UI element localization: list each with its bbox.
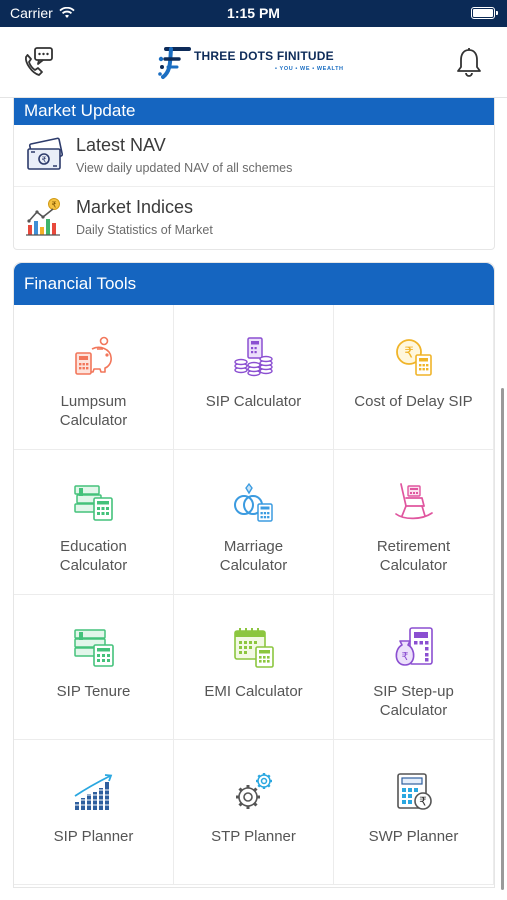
status-bar: Carrier 1:15 PM [0,0,507,27]
tool-education-calculator[interactable]: Education Calculator [14,450,174,595]
brand-name: THREE DOTS FINITUDE [194,49,334,63]
bell-icon[interactable] [451,45,487,81]
calculator-rupee-icon: ₹ [397,773,432,810]
tool-lumpsum-calculator[interactable]: Lumpsum Calculator [14,305,174,450]
books-calculator-icon [74,485,113,521]
tool-sip-step-up-calculator[interactable]: ₹ SIP Step-up Calculator [334,595,494,740]
tool-sip-calculator-label: SIP Calculator [205,393,302,410]
financial-tools-title: Financial Tools [14,263,494,305]
tool-sip-step-up-calculator-label: SIP Step-up Calculator [373,683,454,719]
rupee-coin-calculator-icon: ₹ [396,339,432,376]
latest-nav-title: Latest NAV [76,135,166,155]
svg-text:₹: ₹ [419,795,427,809]
market-indices-title: Market Indices [76,197,194,217]
tool-marriage-calculator-label: Marriage Calculator [219,538,288,574]
brand-tagline: • YOU • WE • WEALTH [275,66,344,72]
app-logo: THREE DOTS FINITUDE • YOU • WE • WEALTH [157,43,357,83]
tool-stp-planner[interactable]: STP Planner [174,740,334,885]
gears-icon [236,773,272,809]
tool-sip-calculator[interactable]: SIP Calculator [174,305,334,450]
cash-icon: ₹ [27,137,64,170]
bar-chart-rupee-icon: ₹ [26,198,60,236]
growth-bars-icon [72,774,116,810]
financial-tools-card: Financial Tools Lumpsum Calculator SIP C… [13,262,495,888]
tool-retirement-calculator-label: Retirement Calculator [376,538,451,574]
scrollbar[interactable] [501,388,504,890]
money-bag-calculator-icon: ₹ [395,627,433,666]
tool-education-calculator-label: Education Calculator [59,538,128,574]
status-time: 1:15 PM [227,5,280,21]
tool-sip-planner[interactable]: SIP Planner [14,740,174,885]
calendar-calculator-icon [234,628,274,668]
coin-stack-calculator-icon [234,337,273,377]
tool-sip-planner-label: SIP Planner [53,828,134,845]
market-update-title: Market Update [14,98,494,125]
svg-text:₹: ₹ [41,156,46,165]
latest-nav-subtitle: View daily updated NAV of all schemes [76,161,293,175]
svg-text:₹: ₹ [404,344,414,362]
tool-emi-calculator[interactable]: EMI Calculator [174,595,334,740]
tool-lumpsum-calculator-label: Lumpsum Calculator [59,393,128,429]
books-calculator-icon [74,629,114,667]
latest-nav-item[interactable]: ₹ Latest NAV View daily updated NAV of a… [14,125,494,187]
tool-stp-planner-label: STP Planner [211,828,296,845]
tool-retirement-calculator[interactable]: Retirement Calculator [334,450,494,595]
market-indices-subtitle: Daily Statistics of Market [76,223,213,237]
tool-cost-of-delay-sip-label: Cost of Delay SIP [354,393,473,410]
battery-icon [471,7,498,19]
rings-calculator-icon [234,482,273,522]
svg-text:₹: ₹ [51,201,56,210]
tool-sip-tenure-label: SIP Tenure [56,683,131,700]
rocking-chair-icon [395,483,433,520]
main-content[interactable]: Market Update ₹ Latest NAV View daily up… [0,98,507,900]
market-update-card: Market Update ₹ Latest NAV View daily up… [13,98,495,250]
svg-text:₹: ₹ [402,650,409,663]
tool-swp-planner[interactable]: ₹ SWP Planner [334,740,494,885]
market-indices-item[interactable]: ₹ Market Indices Daily Statistics of Mar… [14,187,494,249]
tool-sip-tenure[interactable]: SIP Tenure [14,595,174,740]
tool-emi-calculator-label: EMI Calculator [204,683,303,700]
tool-swp-planner-label: SWP Planner [368,828,459,845]
tool-marriage-calculator[interactable]: Marriage Calculator [174,450,334,595]
app-header: THREE DOTS FINITUDE • YOU • WE • WEALTH [0,27,507,98]
logo-mark-icon [158,47,191,79]
tool-cost-of-delay-sip[interactable]: ₹ Cost of Delay SIP [334,305,494,450]
piggy-bank-calculator-icon [75,336,112,375]
phone-chat-icon[interactable] [20,45,56,81]
